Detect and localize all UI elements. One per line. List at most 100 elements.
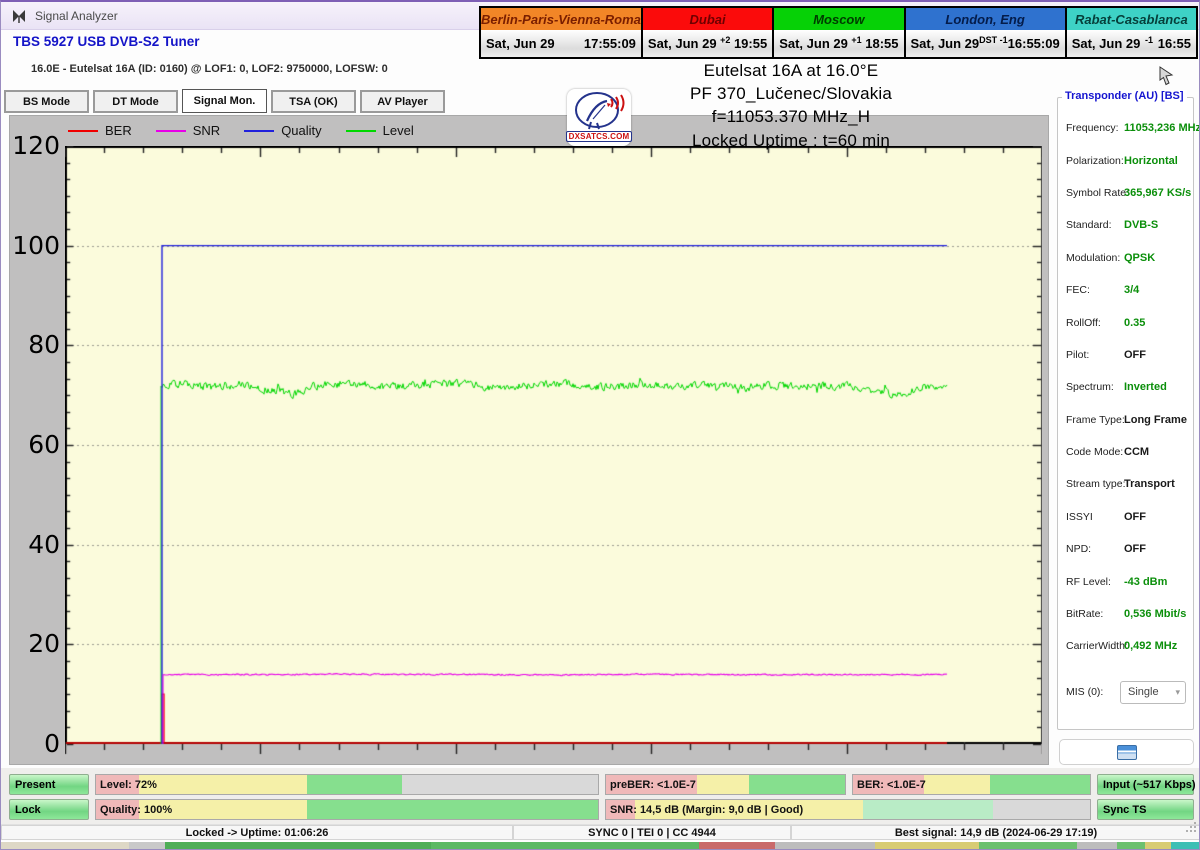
mis-selected-value: Single	[1128, 686, 1159, 698]
field-value: QPSK	[1124, 252, 1155, 264]
field-label: BitRate:	[1066, 608, 1103, 620]
signal-chart-panel: BERSNRQualityLevel 020406080100120	[9, 115, 1049, 765]
field-value: 3/4	[1124, 284, 1139, 296]
transponder-row: RF Level: -43 dBm	[1058, 565, 1193, 597]
field-value: 365,967 KS/s	[1124, 187, 1191, 199]
transponder-row: Polarization:Horizontal	[1058, 144, 1193, 176]
clock-column-0: Berlin-Paris-Vienna-RomaSat, Jun 29 17:5…	[481, 8, 643, 57]
strip-segment	[979, 842, 1077, 850]
chart-legend: BERSNRQualityLevel	[68, 123, 414, 138]
tuner-details: 16.0E - Eutelsat 16A (ID: 0160) @ LOF1: …	[31, 63, 388, 75]
bar-zone	[990, 775, 1090, 794]
field-label: Frequency:	[1066, 122, 1119, 134]
y-tick-label-60: 60	[10, 432, 60, 458]
field-label: RF Level:	[1066, 576, 1111, 588]
statusbar-sync: SYNC 0 | TEI 0 | CC 4944	[513, 825, 791, 840]
tab-tsa-ok[interactable]: TSA (OK)	[271, 90, 356, 113]
tab-dt-mode[interactable]: DT Mode	[93, 90, 178, 113]
status-present: Present	[9, 774, 89, 795]
resize-grip[interactable]	[1185, 821, 1197, 833]
signal-analyzer-window: Signal Analyzer Berlin-Paris-Vienna-Roma…	[0, 0, 1200, 850]
tuner-name: TBS 5927 USB DVB-S2 Tuner	[13, 34, 200, 49]
strip-segment	[875, 842, 979, 850]
field-value: OFF	[1124, 349, 1146, 361]
log-panel-button[interactable]	[1059, 739, 1194, 765]
logo-text: DXSATCS.COM	[566, 131, 633, 142]
status-area: PresentLevel: 72%preBER: <1.0E-7BER: <1.…	[1, 768, 1200, 824]
transponder-row: FEC: 3/4	[1058, 274, 1193, 306]
field-value: CCM	[1124, 446, 1149, 458]
field-value: OFF	[1124, 511, 1146, 523]
clock-time-cell: Sat, Jun 29 -1 16:55	[1067, 30, 1196, 57]
legend-item-quality: Quality	[244, 123, 321, 138]
clock-utc-offset: +1	[848, 35, 865, 45]
tab-av-player[interactable]: AV Player	[360, 90, 445, 113]
bar-zone	[863, 800, 994, 819]
transponder-row: Spectrum:Inverted	[1058, 371, 1193, 403]
clock-time: 16:55	[1158, 36, 1191, 51]
transponder-row: NPD:OFF	[1058, 533, 1193, 565]
y-tick-label-40: 40	[10, 532, 60, 558]
tab-bs-mode[interactable]: BS Mode	[4, 90, 89, 113]
mis-dropdown[interactable]: Single ▾	[1120, 681, 1186, 704]
y-tick-label-80: 80	[10, 332, 60, 358]
statusbar: Locked -> Uptime: 01:06:26 SYNC 0 | TEI …	[1, 824, 1200, 840]
tab-signal-mon[interactable]: Signal Mon.	[182, 89, 267, 113]
strip-segment	[1171, 842, 1200, 850]
strip-segment	[699, 842, 775, 850]
clock-time: 18:55	[865, 36, 898, 51]
clock-column-2: MoscowSat, Jun 29 +1 18:55	[774, 8, 905, 57]
legend-label: Quality	[281, 123, 321, 138]
field-value: 0,492 MHz	[1124, 640, 1177, 652]
panel-icon	[1117, 745, 1137, 760]
mode-tabs: BS ModeDT ModeSignal Mon.TSA (OK)AV Play…	[4, 90, 445, 113]
clock-date: Sat, Jun 29	[648, 36, 717, 51]
status-input-~517-kbps: Input (~517 Kbps)	[1097, 774, 1194, 795]
bar-zone	[307, 800, 598, 819]
clock-city: London, Eng	[906, 8, 1065, 30]
transponder-rows: Frequency:11053,236 MHzPolarization:Hori…	[1058, 112, 1193, 663]
field-label: Code Mode:	[1066, 446, 1123, 458]
field-label: CarrierWidth:	[1066, 640, 1128, 652]
field-label: ISSYI	[1066, 511, 1093, 523]
legend-label: SNR	[193, 123, 220, 138]
clock-utc-offset: DST -1	[979, 35, 1008, 45]
transponder-row: Code Mode:CCM	[1058, 436, 1193, 468]
mis-row: MIS (0): Single ▾	[1058, 676, 1193, 708]
status-level: Level: 72%	[95, 774, 599, 795]
field-value: -43 dBm	[1124, 576, 1167, 588]
strip-segment	[129, 842, 165, 850]
strip-segment	[1, 842, 129, 850]
status-lock: Lock	[9, 799, 89, 820]
clock-date: Sat, Jun 29	[911, 36, 980, 51]
background-window-strip	[1, 841, 1200, 850]
clock-date: Sat, Jun 29	[486, 36, 555, 51]
field-value: DVB-S	[1124, 219, 1158, 231]
info-satellite: Eutelsat 16A at 16.0°E	[591, 59, 991, 82]
mis-label: MIS (0):	[1066, 686, 1103, 698]
field-label: FEC:	[1066, 284, 1090, 296]
legend-swatch	[156, 130, 186, 132]
legend-swatch	[68, 130, 98, 132]
legend-item-snr: SNR	[156, 123, 220, 138]
clock-date: Sat, Jun 29	[779, 36, 848, 51]
clock-column-4: Rabat-CasablancaSat, Jun 29 -1 16:55	[1067, 8, 1196, 57]
signal-chart-canvas	[65, 146, 1042, 758]
y-tick-label-20: 20	[10, 631, 60, 657]
strip-segment	[775, 842, 875, 850]
strip-segment	[165, 842, 431, 850]
field-label: Frame Type:	[1066, 414, 1125, 426]
info-site: PF 370_Lučenec/Slovakia	[591, 82, 991, 105]
transponder-panel-title: Transponder (AU) [BS]	[1062, 90, 1187, 102]
clock-utc-offset: -1	[1140, 35, 1157, 45]
clock-time: 19:55	[734, 36, 767, 51]
bar-zone	[697, 775, 750, 794]
bar-label: Quality: 100%	[100, 800, 172, 819]
clock-time: 17:55:09	[584, 36, 636, 51]
field-label: RollOff:	[1066, 317, 1101, 329]
transponder-row: Frame Type:Long Frame	[1058, 404, 1193, 436]
transponder-row: BitRate:0,536 Mbit/s	[1058, 598, 1193, 630]
strip-segment	[1077, 842, 1117, 850]
clock-city: Dubai	[643, 8, 772, 30]
field-value: 0.35	[1124, 317, 1145, 329]
